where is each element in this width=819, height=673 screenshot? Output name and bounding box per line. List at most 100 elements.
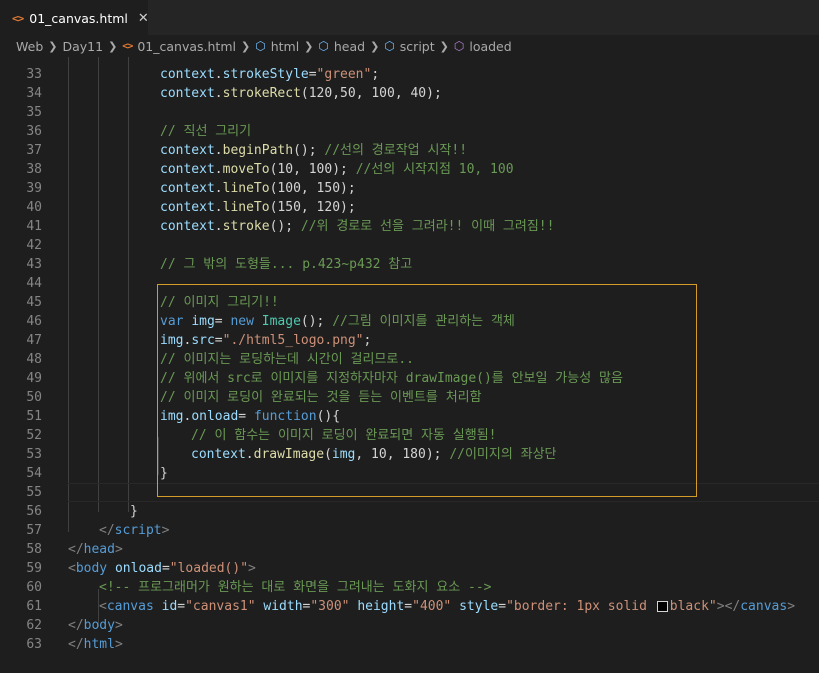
token: = [214,314,231,329]
token: < [99,599,107,614]
code-line: 35 [0,103,819,122]
close-icon[interactable]: ✕ [138,11,149,26]
line-number: 56 [26,504,42,519]
token: > [248,561,256,576]
breadcrumb-file[interactable]: <> 01_canvas.html [122,39,236,54]
chevron-right-icon: ❯ [370,39,380,53]
code-line: 61 <canvas id="canvas1" width="300" heigh… [0,597,819,616]
token: = [498,599,507,614]
code-line: 59 <body onload="loaded()"> [0,559,819,578]
breadcrumb: Web ❯ Day11 ❯ <> 01_canvas.html ❯ ⬡ html ❯… [0,35,819,57]
code-line: 33 context.strokeStyle="green"; [0,65,819,84]
tab-01-canvas-html[interactable]: <> 01_canvas.html ✕ [0,0,149,35]
line-number: 44 [26,276,42,291]
chevron-right-icon: ❯ [240,39,251,53]
token: width [263,599,303,614]
token: //이미지의 좌상단 [449,447,557,462]
token: </ [68,637,84,652]
comment: // 이미지는 로딩하는데 시간이 걸리므로.. [160,352,414,367]
token: ></ [716,599,741,614]
token: height [357,599,405,614]
code-line: 45 // 이미지 그리기!! [0,293,819,312]
token: = [214,333,223,348]
token: ; [363,333,372,348]
line-number: 42 [26,238,42,253]
token: stroke [222,219,270,234]
token: //선의 경로작업 시작!! [324,143,468,158]
code-line: 52 // 이 함수는 이미지 로딩이 완료되면 자동 실행됨! [0,426,819,445]
token: script [114,523,162,538]
line-number: 55 [26,485,42,500]
code-line: 49 // 위에서 src로 이미지를 지정하자마자 drawImage()를 안… [0,369,819,388]
breadcrumb-loaded[interactable]: ⬡ loaded [454,39,512,54]
token: ( [324,447,332,462]
token: . [214,143,223,158]
token: //그림 이미지를 관리하는 객체 [332,314,515,329]
code-line: 53 context.drawImage(img, 10, 180); //이미지… [0,445,819,464]
token: lineTo [222,181,270,196]
breadcrumb-head[interactable]: ⬡ head [318,39,365,54]
token: . [214,67,223,82]
token: img [160,409,184,424]
chevron-right-icon: ❯ [108,39,118,53]
code-line: 36 // 직선 그리기 [0,122,819,141]
token: (){ [316,409,341,424]
comment: // 이미지 그리기!! [160,295,279,310]
breadcrumb-script[interactable]: ⬡ script [384,39,434,54]
code-line: 57 </script> [0,521,819,540]
code-editor[interactable]: 33 context.strokeStyle="green"; 34 context… [0,57,819,673]
token: "./html5_logo.png" [222,333,364,348]
code-line: 60 <!-- 프로그래머가 원하는 대로 화면을 그려내는 도화지 요소 --> [0,578,819,597]
token: context [160,143,215,158]
code-line: 48 // 이미지는 로딩하는데 시간이 걸리므로.. [0,350,819,369]
line-number: 52 [26,428,42,443]
token: "border: 1px solid [506,599,655,614]
token: "400" [412,599,452,614]
token: onload [191,409,239,424]
line-number: 61 [26,599,42,614]
token: context [160,67,215,82]
token: "300" [310,599,350,614]
token: > [114,637,123,652]
line-number: 59 [26,561,42,576]
token: img [191,314,215,329]
html-file-icon: <> [122,40,133,52]
breadcrumb-label: script [399,38,435,54]
token: drawImage [253,447,325,462]
line-number: 53 [26,447,42,462]
token: = [177,599,186,614]
token: context [160,200,215,215]
line-number: 48 [26,352,42,367]
code-line: 41 context.stroke(); //위 경로로 선을 그려라!! 이때 … [0,217,819,236]
token: style [459,599,499,614]
token: context [160,181,215,196]
code-line: 54} [0,464,819,483]
code-line: 55 [0,483,819,502]
breadcrumb-html[interactable]: ⬡ html [255,39,299,54]
token: canvas [106,599,154,614]
color-swatch[interactable] [656,601,668,612]
line-number: 47 [26,333,42,348]
code-line: 58 </head> [0,540,819,559]
line-number: 33 [26,67,42,82]
breadcrumb-label: loaded [469,38,512,54]
breadcrumb-web[interactable]: Web [16,39,43,54]
chevron-right-icon: ❯ [304,39,314,53]
token: //위 경로로 선을 그려라!! 이때 그려짐!! [300,219,555,234]
token: body [75,561,108,576]
line-number: 36 [26,124,42,139]
code-line: 44 [0,274,819,293]
line-number: 58 [26,542,42,557]
token: </ [99,523,115,538]
token: ; [371,67,380,82]
token: head [83,542,115,557]
line-number: 51 [26,409,42,424]
breadcrumb-day11[interactable]: Day11 [62,39,103,54]
code-line: 62 </body> [0,616,819,635]
code-line: 42 [0,236,819,255]
token: = [161,561,170,576]
line-number: 43 [26,257,42,272]
code-line: 34 context.strokeRect(120,50, 100, 40); [0,84,819,103]
token: (); [269,219,301,234]
